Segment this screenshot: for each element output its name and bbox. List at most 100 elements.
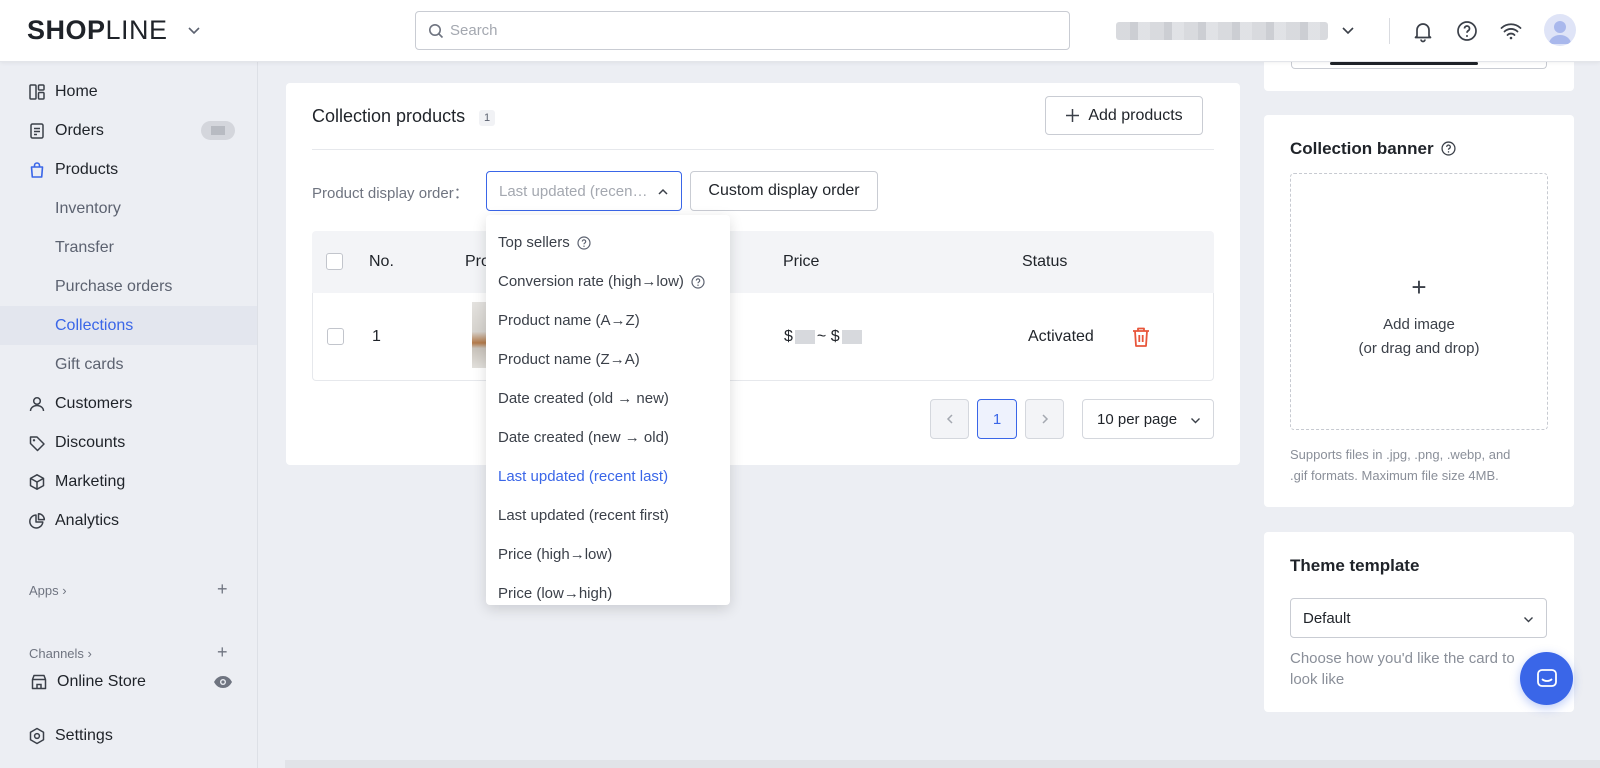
sidebar-item-customers[interactable]: Customers — [0, 384, 257, 423]
chevron-up-icon — [658, 188, 668, 195]
search-box[interactable] — [415, 11, 1070, 50]
sidebar-item-marketing[interactable]: Marketing — [0, 462, 257, 501]
sidebar-item-label: Purchase orders — [55, 277, 173, 295]
sidebar-item-label: Marketing — [55, 472, 126, 490]
option-created-old-new[interactable]: Date created (old → new) — [498, 390, 669, 407]
display-order-value: Last updated (recent last) — [499, 183, 649, 200]
sidebar-item-label: Orders — [55, 121, 104, 139]
sidebar-item-inventory[interactable]: Inventory — [0, 189, 257, 228]
chevron-left-icon — [946, 414, 953, 424]
drag-drop-label: (or drag and drop) — [1358, 340, 1480, 357]
sidebar-item-purchase-orders[interactable]: Purchase orders — [0, 267, 257, 306]
channels-group[interactable]: Channels › — [29, 646, 92, 661]
display-order-label: Product display order： — [312, 185, 469, 202]
add-app-button[interactable]: + — [217, 579, 228, 600]
sidebar-item-collections[interactable]: Collections — [0, 306, 257, 345]
column-header-status: Status — [1022, 253, 1068, 270]
next-page-button[interactable] — [1025, 399, 1064, 439]
sidebar: Home Orders Products Inventory Transfer … — [0, 62, 258, 768]
bag-icon — [30, 162, 44, 178]
option-top-sellers[interactable]: Top sellers — [498, 234, 591, 251]
sort-order-dropdown: Top sellers Conversion rate (high→low) P… — [486, 215, 730, 605]
theme-help-line-2: look like — [1290, 671, 1345, 688]
sidebar-item-discounts[interactable]: Discounts — [0, 423, 257, 462]
chat-support-button[interactable] — [1520, 652, 1573, 705]
sidebar-item-gift-cards[interactable]: Gift cards — [0, 345, 257, 384]
sidebar-item-label: Online Store — [57, 672, 146, 690]
pie-chart-icon — [29, 513, 46, 529]
sidebar-item-transfer[interactable]: Transfer — [0, 228, 257, 267]
apps-group[interactable]: Apps › — [29, 583, 67, 598]
avatar[interactable] — [1544, 14, 1576, 46]
chevron-down-icon[interactable] — [186, 22, 202, 38]
sidebar-item-label: Gift cards — [55, 355, 124, 373]
sidebar-item-label: Products — [55, 160, 119, 178]
sidebar-item-label: Collections — [55, 316, 134, 334]
select-all-checkbox[interactable] — [326, 253, 343, 270]
search-input[interactable] — [450, 12, 1050, 49]
row-number: 1 — [372, 328, 381, 345]
column-header-price: Price — [783, 253, 820, 270]
option-price-low-high[interactable]: Price (low→high) — [498, 585, 612, 602]
add-products-button[interactable]: Add products — [1045, 96, 1203, 135]
sidebar-item-analytics[interactable]: Analytics — [0, 501, 257, 540]
bell-icon[interactable] — [1411, 19, 1435, 43]
table-row[interactable]: 1 $ ~ $ Activated — [312, 293, 1214, 381]
wifi-icon[interactable] — [1499, 19, 1523, 43]
help-icon[interactable] — [577, 235, 591, 250]
theme-template-select[interactable]: Default — [1290, 598, 1547, 638]
sidebar-item-label: Transfer — [55, 238, 114, 256]
option-updated-recent-last[interactable]: Last updated (recent last) — [498, 468, 668, 485]
option-created-new-old[interactable]: Date created (new → old) — [498, 429, 669, 446]
sidebar-item-label: Analytics — [55, 511, 120, 529]
banner-help-line-1: Supports files in .jpg, .png, .webp, and — [1290, 447, 1511, 462]
chevron-down-icon[interactable] — [1340, 22, 1356, 38]
sidebar-item-label: Home — [55, 82, 98, 100]
cube-icon — [29, 474, 45, 490]
add-channel-button[interactable]: + — [217, 642, 228, 663]
per-page-select[interactable]: 10 per page — [1082, 399, 1214, 439]
sidebar-item-products[interactable]: Products — [0, 150, 257, 189]
chevron-right-icon — [1041, 414, 1048, 424]
custom-display-order-button[interactable]: Custom display order — [690, 171, 878, 211]
sidebar-item-label: Settings — [55, 726, 113, 744]
sidebar-item-online-store[interactable]: Online Store — [0, 662, 257, 701]
option-conversion-rate[interactable]: Conversion rate (high→low) — [498, 273, 705, 290]
product-count-badge: 1 — [479, 110, 495, 126]
help-icon[interactable] — [1441, 141, 1456, 156]
image-upload-dropzone[interactable]: + Add image (or drag and drop) — [1290, 173, 1548, 430]
table-header: No. Pro Price Status — [312, 231, 1214, 293]
option-price-high-low[interactable]: Price (high→low) — [498, 546, 612, 563]
page-1-button[interactable]: 1 — [977, 399, 1017, 439]
sidebar-item-home[interactable]: Home — [0, 72, 257, 111]
row-checkbox[interactable] — [327, 328, 344, 345]
footer-bar — [285, 760, 1600, 768]
sidebar-item-settings[interactable]: Settings — [0, 716, 257, 755]
person-icon — [29, 396, 45, 412]
shopline-logo[interactable]: SHOPLINE — [27, 15, 168, 46]
search-icon — [429, 24, 444, 39]
option-name-a-z[interactable]: Product name (A→Z) — [498, 312, 640, 329]
display-order-select[interactable]: Last updated (recent last) — [486, 171, 682, 211]
trash-icon[interactable] — [1131, 326, 1151, 348]
store-name-blurred[interactable] — [1116, 22, 1328, 40]
column-header-no: No. — [369, 253, 394, 270]
orders-count-badge — [201, 121, 235, 140]
sidebar-item-label: Inventory — [55, 199, 121, 217]
option-updated-recent-first[interactable]: Last updated (recent first) — [498, 507, 669, 524]
help-icon[interactable] — [1455, 19, 1479, 43]
banner-help-line-2: .gif formats. Maximum file size 4MB. — [1290, 468, 1499, 483]
plus-icon — [1066, 109, 1080, 122]
product-thumbnail[interactable] — [472, 302, 486, 368]
previous-page-button[interactable] — [930, 399, 969, 439]
user-avatar-icon — [1549, 21, 1571, 44]
help-icon[interactable] — [691, 274, 705, 289]
dashboard-icon — [29, 84, 45, 100]
row-price: $ ~ $ — [784, 328, 864, 346]
sidebar-item-orders[interactable]: Orders — [0, 111, 257, 150]
chevron-down-icon — [1191, 418, 1200, 424]
option-name-z-a[interactable]: Product name (Z→A) — [498, 351, 640, 368]
orders-icon — [30, 123, 44, 139]
divider — [312, 149, 1214, 150]
eye-icon[interactable] — [213, 674, 233, 690]
